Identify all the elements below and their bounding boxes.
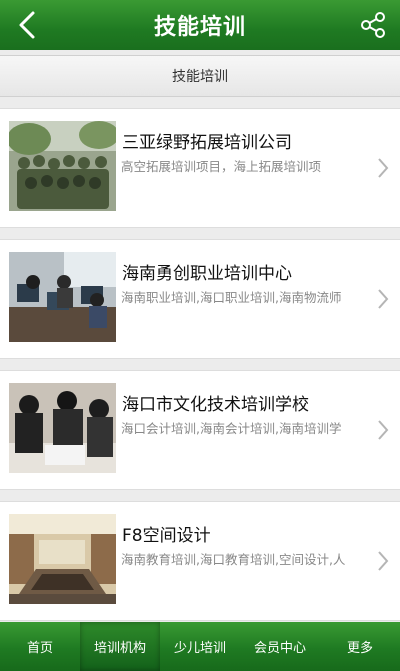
tab-label: 培训机构 — [93, 641, 146, 656]
tab-member-center[interactable]: 会员中心 — [240, 622, 320, 671]
item-title: F8空间设计 — [122, 526, 211, 546]
bottom-tab-bar: 首页 培训机构 少儿培训 会员中心 更多 — [0, 622, 400, 671]
page-title: 技能培训 — [153, 15, 246, 40]
tab-label: 首页 — [26, 641, 53, 656]
share-button[interactable] — [356, 8, 390, 42]
thumbnail-image — [9, 121, 116, 211]
chevron-right-icon — [378, 289, 389, 309]
item-title: 三亚绿野拓展培训公司 — [122, 133, 292, 153]
list-item[interactable]: F8空间设计 海南教育培训,海口教育培训,空间设计,人 — [0, 501, 400, 621]
item-description: 海南职业培训,海口职业培训,海南物流师 — [121, 290, 342, 305]
thumbnail-image — [9, 514, 116, 604]
tab-training-institutions[interactable]: 培训机构 — [80, 622, 160, 671]
tab-label: 会员中心 — [253, 641, 306, 656]
tab-children-training[interactable]: 少儿培训 — [160, 622, 240, 671]
share-icon — [361, 12, 385, 38]
list-item[interactable]: 海口市文化技术培训学校 海口会计培训,海南会计培训,海南培训学 — [0, 370, 400, 490]
list-item[interactable]: 三亚绿野拓展培训公司 高空拓展培训项目，海上拓展培训项 — [0, 108, 400, 228]
list-item[interactable]: 海南勇创职业培训中心 海南职业培训,海口职业培训,海南物流师 — [0, 239, 400, 359]
tab-home[interactable]: 首页 — [0, 622, 80, 671]
item-description: 高空拓展培训项目，海上拓展培训项 — [121, 159, 322, 174]
chevron-right-icon — [378, 551, 389, 571]
category-header: 技能培训 — [0, 55, 400, 97]
thumbnail-image — [9, 252, 116, 342]
chevron-right-icon — [378, 420, 389, 440]
tab-label: 更多 — [346, 641, 373, 656]
back-button[interactable] — [10, 8, 44, 42]
category-label: 技能培训 — [172, 69, 228, 85]
item-title: 海口市文化技术培训学校 — [122, 395, 309, 415]
header-bar: 技能培训 — [0, 0, 400, 50]
thumbnail-image — [9, 383, 116, 473]
tab-more[interactable]: 更多 — [320, 622, 400, 671]
item-description: 海南教育培训,海口教育培训,空间设计,人 — [121, 552, 346, 567]
item-description: 海口会计培训,海南会计培训,海南培训学 — [121, 421, 342, 436]
tab-label: 少儿培训 — [173, 641, 226, 656]
item-title: 海南勇创职业培训中心 — [122, 264, 292, 284]
chevron-left-icon — [19, 11, 35, 39]
chevron-right-icon — [378, 158, 389, 178]
